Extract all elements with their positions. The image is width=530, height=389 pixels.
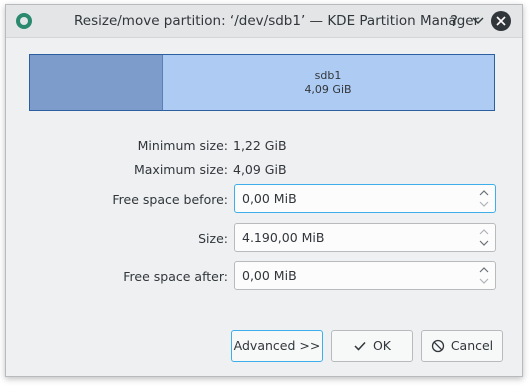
free-space-after-label: Free space after: (123, 269, 228, 284)
window-title: Resize/move partition: ‘/dev/sdb1’ — KDE… (74, 13, 480, 29)
close-button[interactable] (491, 11, 511, 31)
maximum-size-value: 4,09 GiB (233, 162, 287, 177)
cancel-label: Cancel (450, 338, 494, 353)
chevron-down-icon[interactable] (479, 199, 489, 209)
chevron-down-icon (472, 17, 484, 24)
chevron-up-icon[interactable] (479, 188, 489, 198)
help-button[interactable]: ? (444, 11, 464, 31)
chevron-down-icon[interactable] (479, 276, 489, 286)
partition-size: 4,09 GiB (304, 83, 352, 96)
free-space-after-spinbox[interactable]: 0,00 MiB (234, 261, 496, 290)
maximum-size-label: Maximum size: (133, 162, 228, 177)
checkmark-icon (354, 341, 366, 351)
minimize-button[interactable] (468, 11, 488, 31)
minimum-size-value: 1,22 GiB (233, 138, 287, 153)
cancel-button[interactable]: Cancel (421, 330, 503, 362)
size-value: 4.190,00 MiB (242, 230, 325, 245)
partition-label: sdb1 4,09 GiB (162, 69, 494, 97)
chevron-down-icon[interactable] (479, 238, 489, 248)
spin-arrows[interactable] (477, 265, 491, 287)
partition-manager-app-icon (16, 13, 32, 29)
chevron-up-icon[interactable] (479, 227, 489, 237)
resize-dialog: Resize/move partition: ‘/dev/sdb1’ — KDE… (5, 4, 523, 377)
size-label: Size: (198, 231, 228, 246)
free-space-after-value: 0,00 MiB (242, 268, 297, 283)
ok-button[interactable]: OK (331, 330, 413, 362)
cancel-icon (431, 339, 444, 352)
partition-used-space (30, 55, 163, 110)
chevron-up-icon[interactable] (479, 265, 489, 275)
partition-resizer[interactable]: sdb1 4,09 GiB (29, 54, 495, 111)
title-bar[interactable]: Resize/move partition: ‘/dev/sdb1’ — KDE… (6, 5, 522, 38)
minimum-size-label: Minimum size: (137, 138, 228, 153)
spin-arrows[interactable] (477, 227, 491, 249)
free-space-before-spinbox[interactable]: 0,00 MiB (234, 184, 496, 213)
ok-label: OK (372, 338, 392, 353)
advanced-button[interactable]: Advanced >> (231, 330, 323, 362)
size-spinbox[interactable]: 4.190,00 MiB (234, 223, 496, 252)
close-icon (496, 16, 506, 26)
spin-arrows[interactable] (477, 188, 491, 210)
free-space-before-label: Free space before: (112, 192, 228, 207)
free-space-before-value: 0,00 MiB (242, 191, 297, 206)
partition-name: sdb1 (314, 69, 342, 82)
